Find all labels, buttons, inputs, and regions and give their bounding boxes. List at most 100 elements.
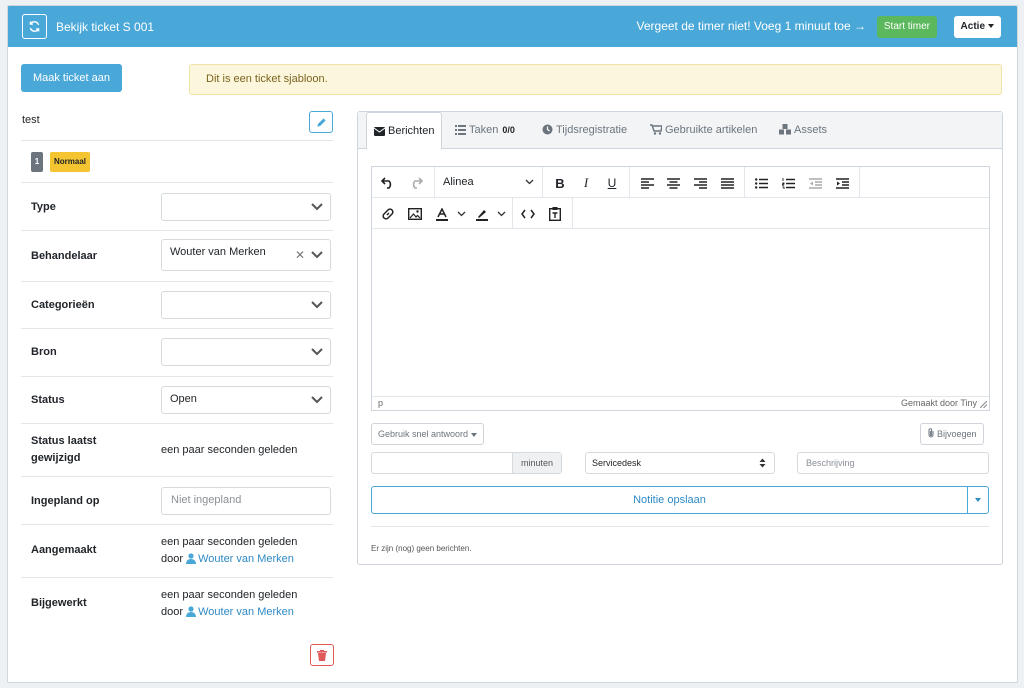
link-button[interactable] [378,204,398,224]
rich-text-editor: Alinea B I U p Gemaakt door Tiny [371,166,990,411]
text-color-button[interactable] [432,204,452,224]
cubes-icon [779,124,791,135]
template-alert: Dit is een ticket sjabloon. [189,64,1002,95]
bijgewerkt-value: een paar seconden geleden door Wouter va… [161,587,297,621]
editor-status-bar: p Gemaakt door Tiny [372,396,989,410]
align-right-button[interactable] [690,173,710,193]
attach-button[interactable]: Bijvoegen [920,423,984,445]
field-status: Status Open [21,377,333,424]
badges-row: 1 Normaal [21,141,333,183]
chevron-down-icon[interactable] [497,211,506,217]
made-by-tiny-link[interactable]: Gemaakt door Tiny [901,398,977,408]
app-window: Bekijk ticket S 001 Vergeet de timer nie… [7,5,1018,683]
bron-select[interactable] [161,338,331,366]
chevron-down-icon [525,179,534,185]
tab-gebruikte-artikelen[interactable]: Gebruikte artikelen [643,112,764,149]
timer-reminder-link[interactable]: Vergeet de timer niet! Voeg 1 minuut toe… [637,19,866,33]
ingepland-input[interactable]: Niet ingepland [161,487,331,515]
clock-icon [542,124,553,135]
tasks-icon [455,125,466,135]
bullet-list-button[interactable] [751,173,771,193]
status-select[interactable]: Open [161,386,331,414]
field-status-changed: Status laatst gewijzigd een paar seconden… [21,424,333,477]
bullet-list-icon [754,177,768,189]
user-icon [186,553,197,564]
outdent-button[interactable] [805,173,825,193]
aangemaakt-value: een paar seconden geleden door Wouter va… [161,534,297,568]
refresh-button[interactable] [22,14,47,39]
aangemaakt-label: Aangemaakt [31,544,97,556]
categorieen-select[interactable] [161,291,331,319]
start-timer-button[interactable]: Start timer [876,16,937,38]
align-justify-icon [720,177,734,189]
paste-text-button[interactable] [545,204,565,224]
cart-icon [650,124,663,135]
quick-reply-label: Gebruik snel antwoord [378,429,469,439]
tab-berichten[interactable]: Berichten [366,112,443,150]
underline-button[interactable]: U [602,173,622,193]
description-input[interactable]: Beschrijving [797,452,989,474]
department-select[interactable]: Servicedesk [585,452,775,474]
tab-taken-label: Taken [469,124,499,136]
redo-button[interactable] [406,173,426,193]
chevron-down-icon [311,251,323,259]
trash-icon [317,649,327,661]
editor-toolbar-row-2 [372,198,989,229]
tab-tijdsregistratie[interactable]: Tijdsregistratie [535,112,634,149]
undo-button[interactable] [378,173,398,193]
toolbar-separator [572,198,573,229]
sort-icon [759,458,766,468]
aangemaakt-user-link[interactable]: Wouter van Merken [186,553,294,565]
user-icon [186,606,197,617]
refresh-icon [29,21,40,32]
clear-icon[interactable]: ✕ [295,248,305,262]
pencil-icon [316,117,326,127]
field-bron: Bron [21,329,333,377]
field-bijgewerkt: Bijgewerkt een paar seconden geleden doo… [21,578,333,631]
caret-down-icon [988,24,994,29]
tab-assets[interactable]: Assets [772,112,834,149]
quick-reply-button[interactable]: Gebruik snel antwoord [371,423,485,445]
type-select[interactable] [161,193,331,221]
delete-ticket-button[interactable] [310,644,334,666]
priority-badge[interactable]: Normaal [50,152,91,172]
resize-handle-icon[interactable] [980,401,987,408]
italic-button[interactable]: I [576,173,596,193]
edit-name-button[interactable] [309,111,333,133]
ticket-number-badge: 1 [31,152,43,172]
save-note-button[interactable]: Notitie opslaan [371,486,968,514]
chevron-down-icon[interactable] [457,211,466,217]
underline-icon: U [607,176,617,190]
image-button[interactable] [405,204,425,224]
element-path[interactable]: p [378,398,383,408]
bijgewerkt-user: Wouter van Merken [198,606,294,618]
save-options-dropdown[interactable] [967,486,989,514]
status-label: Status [31,394,65,406]
tab-taken[interactable]: Taken 0/0 [448,112,522,149]
editor-content-area[interactable] [372,229,989,396]
align-center-button[interactable] [663,173,683,193]
categorieen-label: Categorieën [31,299,95,311]
field-categorieen: Categorieën [21,282,333,329]
numbered-list-button[interactable] [778,173,798,193]
toolbar-separator [859,167,860,198]
indent-button[interactable] [832,173,852,193]
text-color-icon [436,207,448,221]
caret-down-icon [975,498,981,502]
messages-panel: Berichten Taken 0/0 Tijdsregistratie Gebr… [357,111,1003,565]
tab-gebruikte-artikelen-label: Gebruikte artikelen [665,124,758,136]
block-format-select[interactable]: Alinea [442,167,542,198]
behandelaar-select[interactable]: Wouter van Merken ✕ [161,239,331,271]
source-code-button[interactable] [518,204,538,224]
align-left-button[interactable] [637,173,657,193]
minutes-input[interactable]: minuten [371,452,562,474]
bijgewerkt-user-link[interactable]: Wouter van Merken [186,606,294,618]
actie-dropdown-button[interactable]: Actie [953,16,1001,38]
note-options-row: minuten Servicedesk Beschrijving [358,452,1002,474]
create-ticket-button[interactable]: Maak ticket aan [21,64,122,92]
no-messages-text: Er zijn (nog) geen berichten. [371,544,472,553]
bold-button[interactable]: B [550,173,570,193]
highlight-color-button[interactable] [472,204,492,224]
status-value: Open [170,393,197,405]
align-justify-button[interactable] [717,173,737,193]
